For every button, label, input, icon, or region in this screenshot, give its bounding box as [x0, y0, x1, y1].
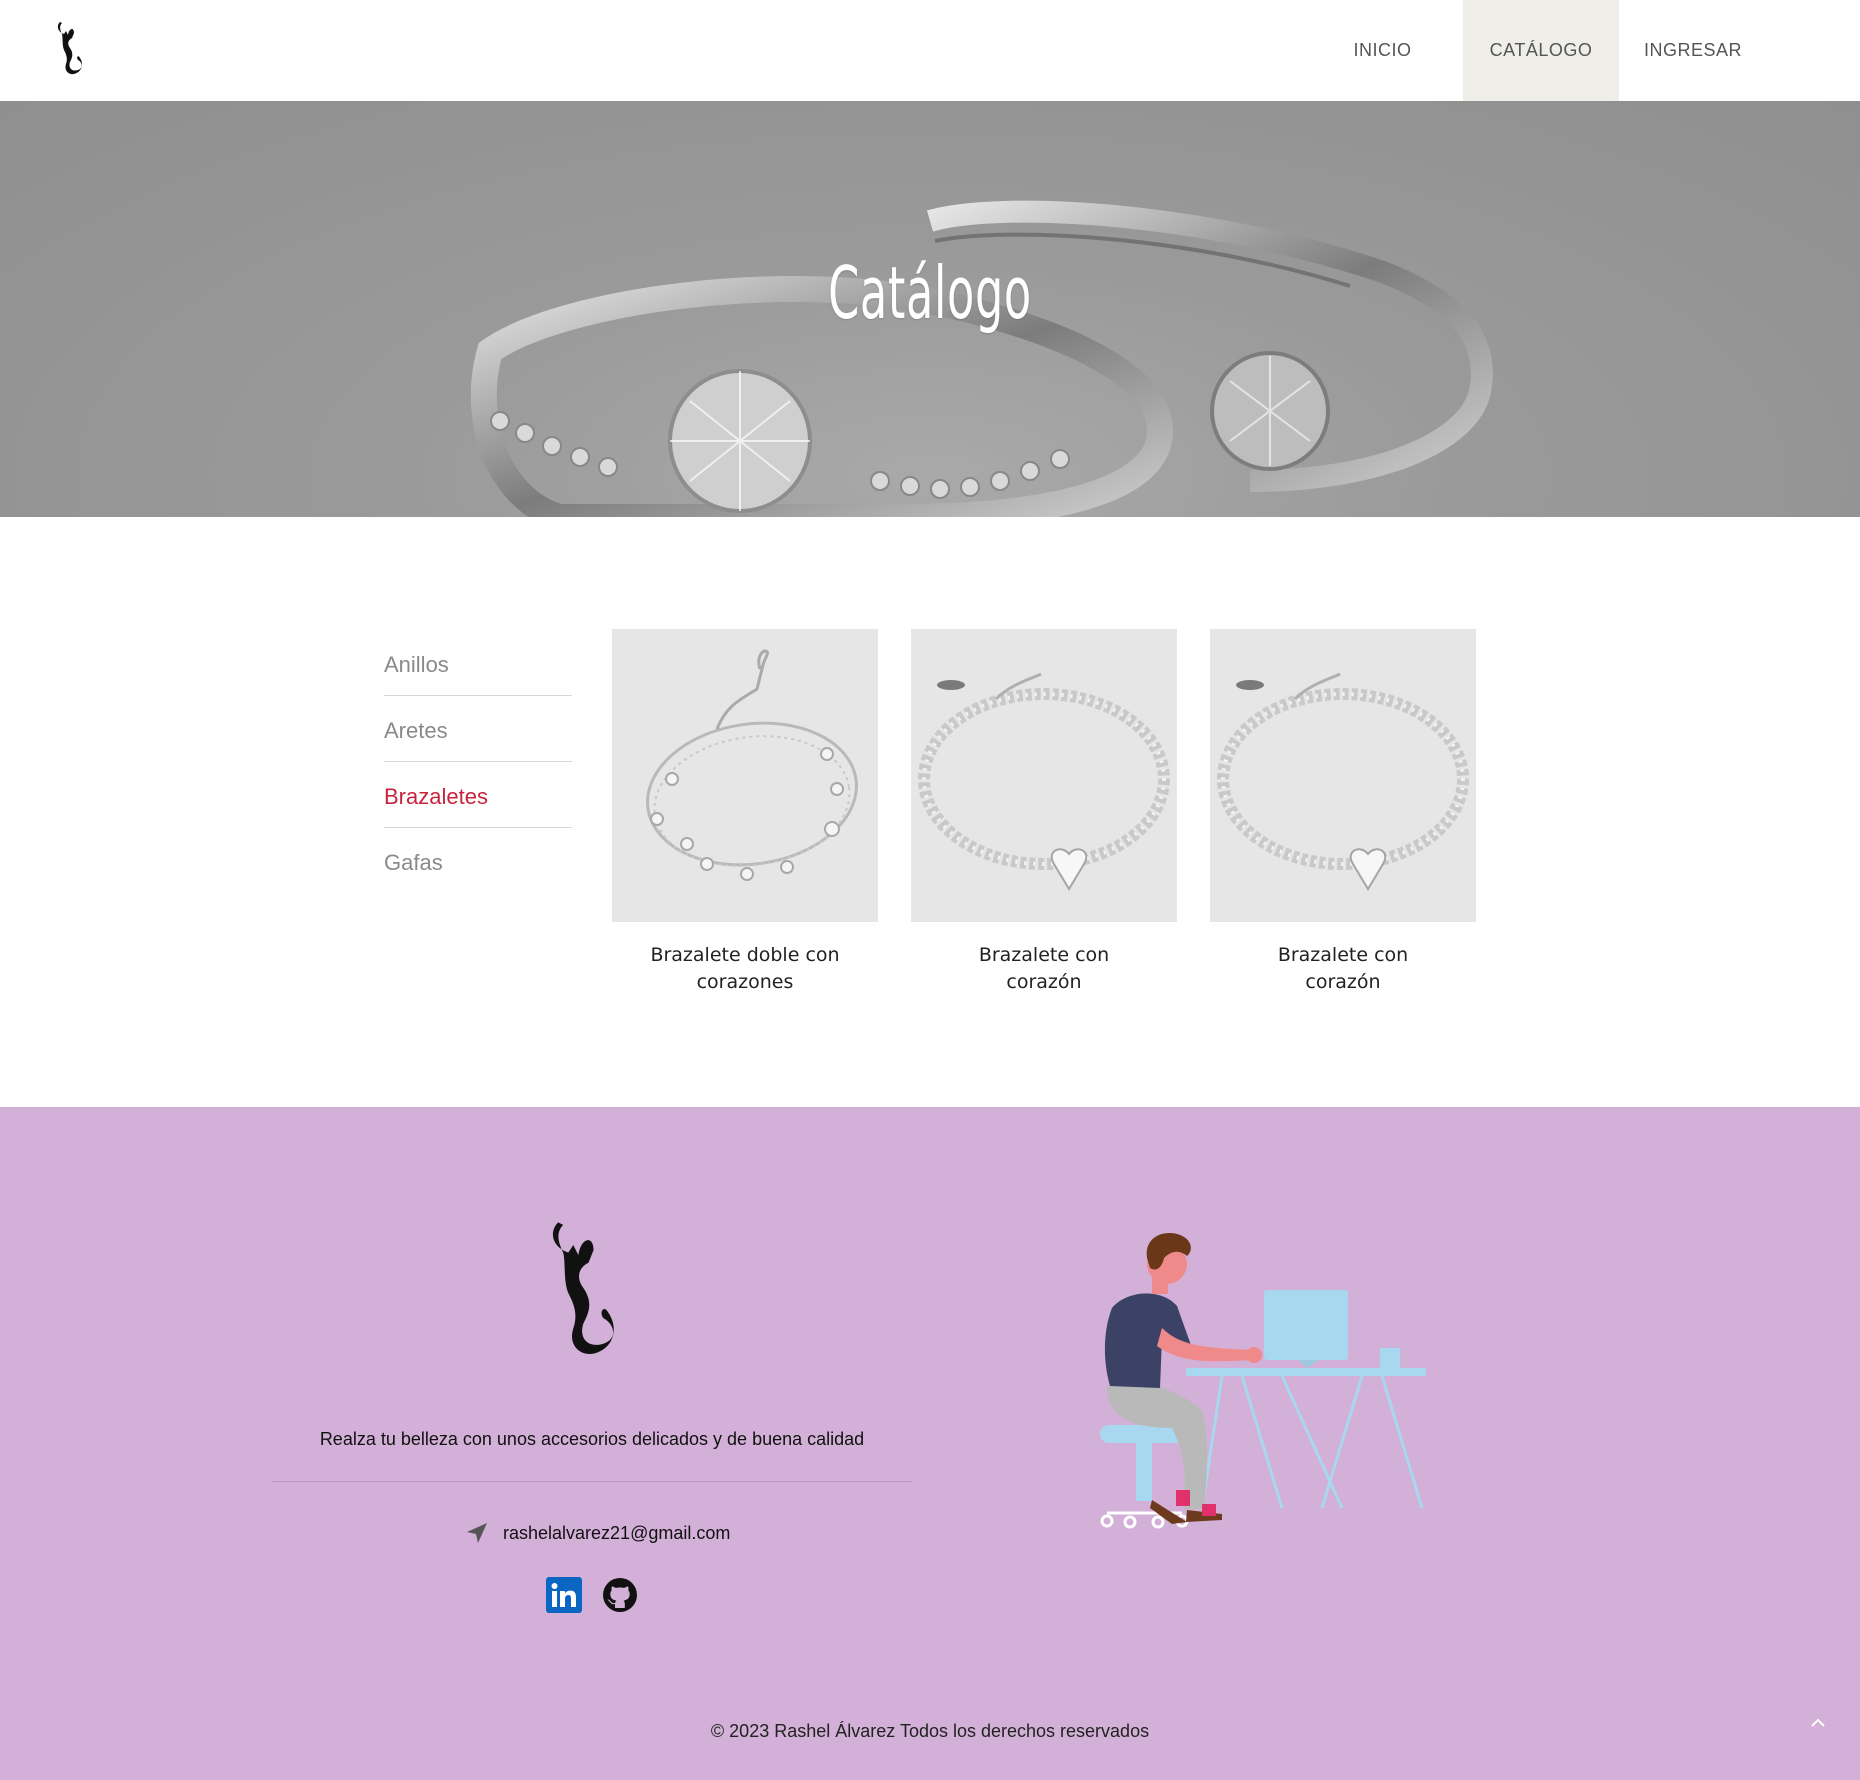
chevron-up-icon[interactable] — [1806, 1711, 1830, 1735]
double-heart-bracelet-icon[interactable] — [612, 629, 878, 922]
product-card[interactable]: Brazalete con corazón — [911, 629, 1177, 996]
site-footer: Realza tu belleza con unos accesorios de… — [0, 1107, 1860, 1780]
product-card[interactable]: Brazalete doble con corazones — [612, 629, 878, 996]
bead-heart-bracelet-icon[interactable] — [911, 629, 1177, 922]
product-name: Brazalete con corazón — [1277, 944, 1409, 993]
category-aretes[interactable]: Aretes — [384, 696, 572, 762]
category-sidebar: Anillos Aretes Brazaletes Gafas — [384, 630, 572, 893]
copyright-text: © 2023 Rashel Álvarez Todos los derechos… — [710, 1721, 1150, 1741]
person-at-desk-illustration — [1100, 1233, 1426, 1529]
product-card[interactable]: Brazalete con corazón — [1210, 629, 1476, 996]
nav-catalogo[interactable]: CATÁLOGO — [1463, 0, 1619, 101]
contact-email-row: rashelalvarez21@gmail.com — [465, 1519, 730, 1547]
location-arrow-icon — [467, 1523, 487, 1543]
hero-banner: Catálogo — [0, 101, 1860, 517]
page-title: Catálogo — [828, 251, 1032, 335]
product-name: Brazalete con corazón — [978, 944, 1110, 993]
nav-ingresar[interactable]: INGRESAR — [1619, 0, 1767, 101]
brand-logo-icon[interactable] — [54, 18, 92, 78]
footer-tagline: Realza tu belleza con unos accesorios de… — [319, 1429, 865, 1449]
top-navbar: INICIO CATÁLOGO INGRESAR — [0, 0, 1860, 101]
footer-divider — [272, 1481, 912, 1482]
category-brazaletes[interactable]: Brazaletes — [384, 762, 572, 828]
linkedin-icon[interactable] — [546, 1577, 582, 1613]
nav-inicio[interactable]: INICIO — [1302, 0, 1463, 101]
category-anillos[interactable]: Anillos — [384, 630, 572, 696]
cat-silhouette-logo-icon — [552, 1222, 614, 1355]
main-nav: INICIO CATÁLOGO INGRESAR — [1302, 0, 1860, 101]
contact-email[interactable]: rashelalvarez21@gmail.com — [503, 1523, 730, 1544]
product-name: Brazalete doble con corazones — [650, 944, 840, 993]
bead-heart-bracelet-icon[interactable] — [1210, 629, 1476, 922]
category-gafas[interactable]: Gafas — [384, 828, 572, 893]
github-icon[interactable] — [602, 1577, 638, 1613]
